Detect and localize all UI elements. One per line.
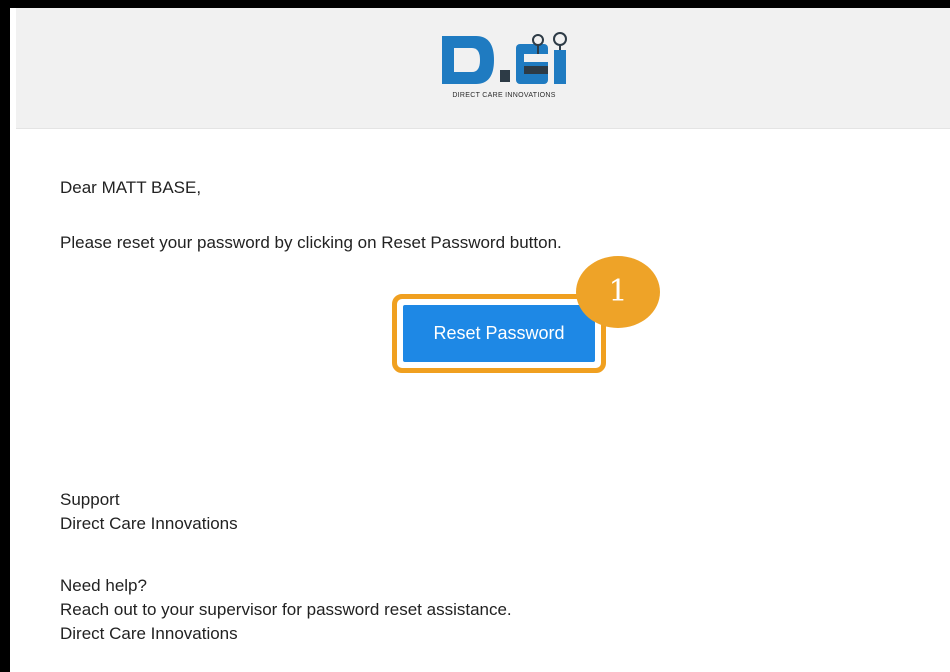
reset-password-button[interactable]: Reset Password bbox=[403, 305, 595, 362]
help-heading: Need help? bbox=[60, 576, 147, 595]
email-signature: Support Direct Care Innovations bbox=[60, 488, 238, 536]
email-header: DIRECT CARE INNOVATIONS bbox=[16, 8, 950, 129]
dci-logo-icon: DIRECT CARE INNOVATIONS bbox=[424, 30, 584, 104]
logo-mark bbox=[442, 32, 567, 84]
email-help-section: Need help? Reach out to your supervisor … bbox=[60, 574, 512, 646]
signature-line-support: Support bbox=[60, 490, 120, 509]
help-company: Direct Care Innovations bbox=[60, 624, 238, 643]
signature-line-company: Direct Care Innovations bbox=[60, 514, 238, 533]
email-instruction: Please reset your password by clicking o… bbox=[60, 233, 562, 252]
email-greeting: Dear MATT BASE, bbox=[60, 178, 202, 197]
step-number-badge: 1 bbox=[576, 256, 660, 328]
help-instruction: Reach out to your supervisor for passwor… bbox=[60, 600, 512, 619]
logo-caption: DIRECT CARE INNOVATIONS bbox=[452, 92, 556, 99]
